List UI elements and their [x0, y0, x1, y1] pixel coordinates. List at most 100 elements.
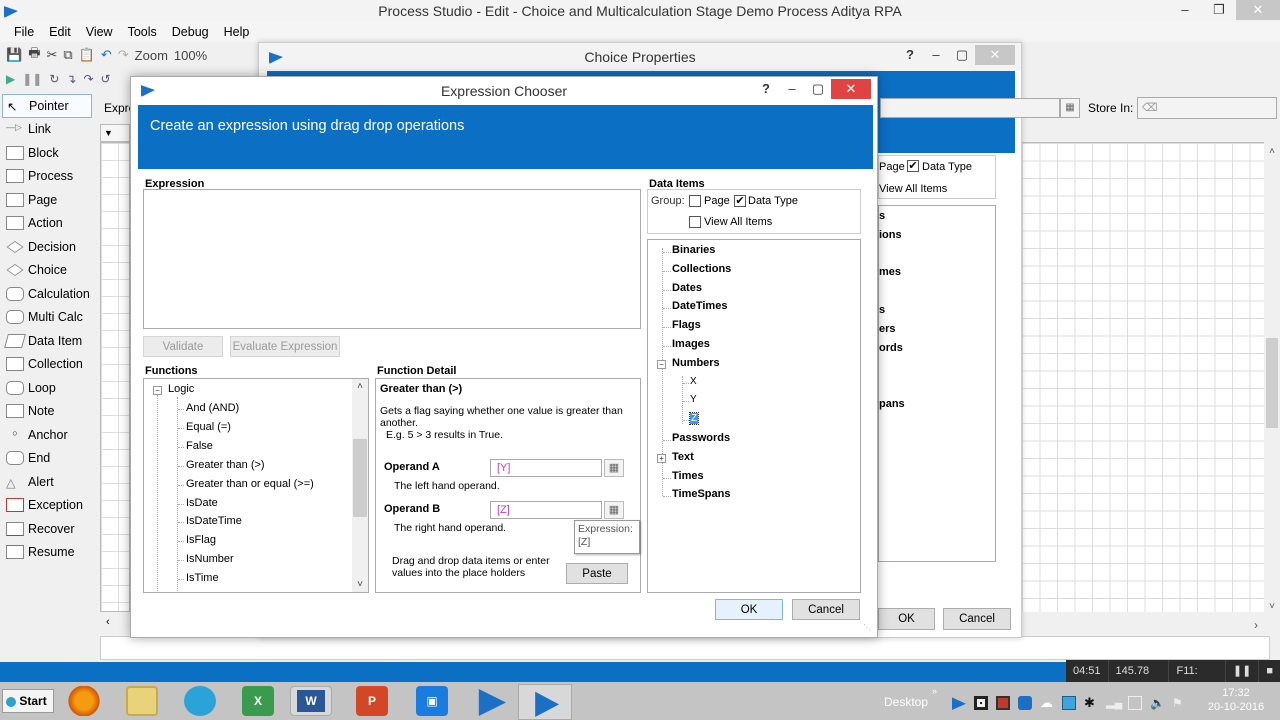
step-icon[interactable]: ↻	[49, 72, 59, 86]
palette-item-decision[interactable]: Decision	[2, 235, 96, 259]
palette-item-loop[interactable]: Loop	[2, 376, 96, 400]
function-item[interactable]: IsNumber	[186, 553, 234, 565]
choice-cancel-button[interactable]: Cancel	[943, 608, 1011, 630]
save-icon[interactable]: 💾	[6, 47, 22, 63]
tray-blue-prism-icon[interactable]	[952, 697, 966, 710]
maximize-button[interactable]: ▢	[949, 45, 975, 65]
close-button[interactable]: ✕	[975, 45, 1015, 65]
collapse-icon[interactable]: −	[153, 386, 162, 395]
tray-record-icon[interactable]	[996, 696, 1010, 710]
calculator-icon[interactable]: ▦	[1060, 98, 1080, 118]
palette-item-collection[interactable]: Collection	[2, 353, 96, 377]
firefox-icon[interactable]	[68, 686, 100, 716]
minimize-button[interactable]: –	[923, 45, 949, 65]
function-item[interactable]: IsDate	[186, 497, 218, 509]
start-button[interactable]: Start	[2, 689, 54, 713]
data-group-passwords[interactable]: Passwords	[672, 432, 730, 444]
menu-help[interactable]: Help	[218, 22, 259, 42]
evaluate-expression-button[interactable]: Evaluate Expression	[230, 336, 340, 357]
file-explorer-icon[interactable]	[126, 686, 158, 716]
excel-icon[interactable]: X	[242, 686, 274, 716]
palette-item-choice[interactable]: Choice	[2, 259, 96, 283]
data-group-times[interactable]: Times	[672, 470, 704, 482]
cancel-button[interactable]: Cancel	[792, 599, 860, 620]
expression-textarea[interactable]	[143, 189, 641, 329]
tray-stop-icon[interactable]	[974, 696, 988, 710]
powerpoint-icon[interactable]: P	[356, 686, 388, 716]
cut-icon[interactable]: ✂	[46, 47, 57, 63]
tray-bluetooth-icon[interactable]: ✱	[1084, 696, 1098, 710]
run-icon[interactable]: ▶	[6, 72, 15, 86]
tray-flag-icon[interactable]: ⚑	[1172, 696, 1186, 710]
step-in-icon[interactable]: ↴	[66, 72, 76, 86]
palette-item-action[interactable]: Action	[2, 212, 96, 236]
data-group-collections[interactable]: Collections	[672, 263, 731, 275]
help-button[interactable]: ?	[897, 45, 923, 65]
restore-button[interactable]: ❐	[1202, 0, 1236, 20]
paste-icon[interactable]: 📋	[79, 47, 95, 63]
zoom-button[interactable]: Zoom	[135, 48, 168, 63]
scrollbar-thumb[interactable]	[353, 439, 367, 517]
maximize-button[interactable]: ▢	[805, 79, 831, 99]
resize-grip-icon[interactable]: ⋱	[863, 623, 871, 632]
function-item[interactable]: IsTime	[186, 572, 219, 584]
tray-sync-icon[interactable]	[1062, 696, 1076, 710]
function-item[interactable]: IsFlag	[186, 534, 216, 546]
validate-button[interactable]: Validate	[143, 336, 223, 357]
palette-item-pointer[interactable]: ↖ Pointer	[2, 94, 92, 118]
palette-item-exception[interactable]: Exception	[2, 494, 96, 518]
close-button[interactable]: ✕	[1236, 0, 1280, 20]
functions-tree[interactable]: − Logic ˄ ˅ And (AND) Equal (=) False Great…	[143, 378, 369, 593]
palette-item-multi-calc[interactable]: Multi Calc	[2, 306, 96, 330]
data-group-timespans[interactable]: TimeSpans	[672, 488, 731, 500]
operand-b-calculator-icon[interactable]: ▦	[604, 501, 624, 519]
group-page-checkbox[interactable]	[689, 195, 701, 207]
ok-button[interactable]: OK	[715, 599, 783, 620]
blue-prism-active-task[interactable]	[518, 684, 572, 720]
palette-item-link[interactable]: —▷ Link	[2, 118, 96, 142]
skype-icon[interactable]	[184, 686, 216, 716]
column-dropdown[interactable]: ▼	[100, 124, 130, 142]
expand-icon[interactable]: +	[657, 453, 666, 463]
process-canvas[interactable]	[1022, 142, 1268, 612]
view-all-checkbox[interactable]	[689, 216, 701, 228]
pause-icon[interactable]: ❚❚	[22, 72, 42, 86]
canvas-vertical-scrollbar[interactable]: ˄ ˅	[1264, 142, 1280, 616]
zoom-value[interactable]: 100%	[174, 48, 207, 63]
operand-b-input[interactable]: [Z]	[490, 501, 602, 519]
function-item[interactable]: Greater than or equal (>=)	[186, 478, 314, 490]
copy-icon[interactable]: ⧉	[63, 47, 72, 63]
functions-scrollbar[interactable]: ˄ ˅	[352, 379, 368, 592]
expression-field[interactable]	[880, 98, 1060, 118]
redo-icon[interactable]: ↷	[118, 47, 129, 63]
function-group-logic[interactable]: Logic	[168, 383, 194, 395]
data-group-dates[interactable]: Dates	[672, 282, 702, 294]
tray-cloud-icon[interactable]: ☁	[1040, 696, 1054, 710]
palette-item-note[interactable]: Note	[2, 400, 96, 424]
stop-recording-icon[interactable]: ■	[1259, 660, 1280, 682]
function-item[interactable]: False	[186, 440, 213, 452]
menu-file[interactable]: File	[8, 22, 43, 42]
palette-item-process[interactable]: Process	[2, 165, 96, 189]
menu-view[interactable]: View	[80, 22, 122, 42]
palette-item-anchor[interactable]: ○ Anchor	[2, 423, 96, 447]
palette-item-calculation[interactable]: Calculation	[2, 282, 96, 306]
minimize-button[interactable]: –	[1168, 0, 1202, 20]
menu-edit[interactable]: Edit	[43, 22, 80, 42]
function-item[interactable]: IsDateTime	[186, 515, 242, 527]
scroll-right-arrow[interactable]: ›	[1254, 618, 1258, 632]
tray-clock[interactable]: 17:32 20-10-2016	[1206, 686, 1266, 714]
scrollbar-thumb[interactable]	[1266, 338, 1278, 428]
palette-item-alert[interactable]: △ Alert	[2, 470, 96, 494]
screen-capture-icon[interactable]: ▣	[416, 686, 448, 716]
function-item[interactable]: And (AND)	[186, 402, 239, 414]
data-item-z[interactable]: Z	[688, 412, 700, 426]
menu-debug[interactable]: Debug	[166, 22, 218, 42]
step-over-icon[interactable]: ↷	[83, 72, 93, 86]
palette-item-recover[interactable]: Recover	[2, 517, 96, 541]
palette-item-end[interactable]: End	[2, 447, 96, 471]
data-group-text[interactable]: Text	[672, 451, 694, 463]
undo-icon[interactable]: ↶	[101, 47, 112, 63]
palette-item-page[interactable]: Page	[2, 188, 96, 212]
process-canvas-left[interactable]	[100, 142, 130, 612]
